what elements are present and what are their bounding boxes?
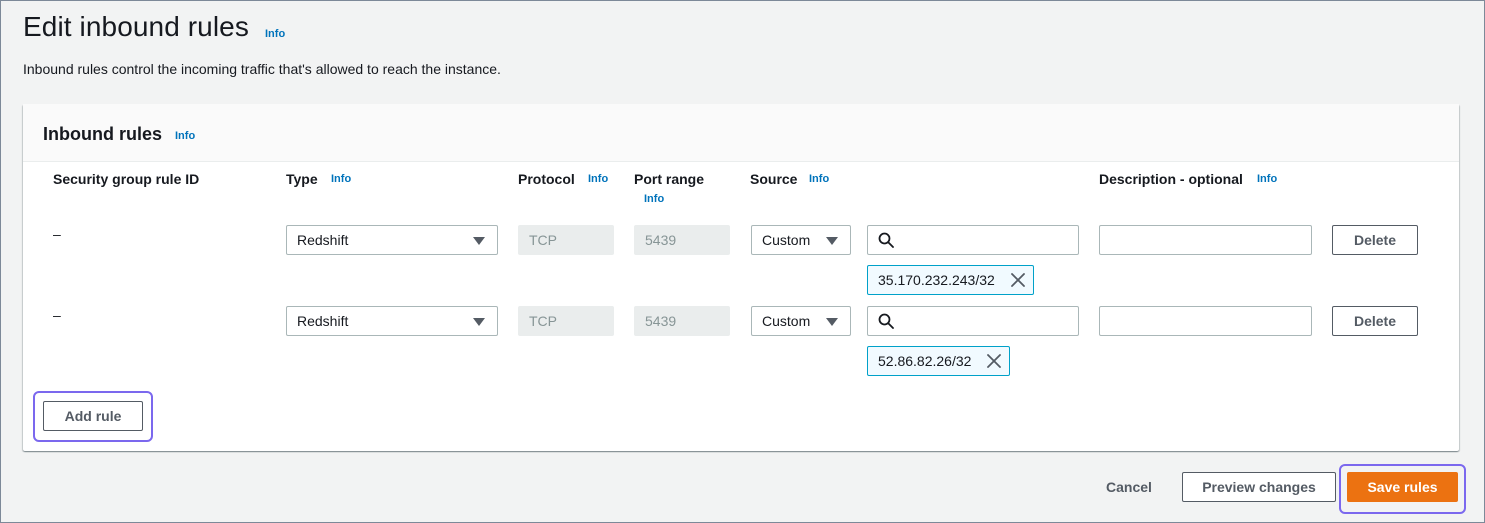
col-header-type: Type	[286, 171, 318, 187]
col-header-rule-id: Security group rule ID	[53, 171, 200, 187]
rule-2-source-value: Custom	[762, 313, 811, 329]
rule-2-port-range-value: 5439	[645, 313, 677, 329]
rule-2-cidr-token: 52.86.82.26/32	[867, 346, 1010, 376]
rule-1-port-range-value: 5439	[645, 232, 677, 248]
close-icon[interactable]	[987, 354, 1001, 368]
rule-2-source-select[interactable]: Custom	[751, 306, 851, 336]
cancel-button[interactable]: Cancel	[1106, 479, 1152, 495]
inbound-rules-panel: Inbound rules Info Security group rule I…	[23, 104, 1459, 451]
page-description: Inbound rules control the incoming traff…	[23, 61, 501, 77]
rule-1-type-select[interactable]: Redshift	[286, 225, 498, 255]
save-rules-button[interactable]: Save rules	[1347, 472, 1458, 502]
page-title: Edit inbound rules	[23, 11, 249, 42]
rule-2-port-range-field: 5439	[634, 306, 730, 336]
rule-2-type-select[interactable]: Redshift	[286, 306, 498, 336]
panel-title-info-link[interactable]: Info	[175, 130, 195, 142]
rule-2-delete-button[interactable]: Delete	[1332, 306, 1418, 336]
col-type-info-link[interactable]: Info	[331, 173, 351, 185]
caret-down-icon	[826, 318, 838, 326]
col-header-source: Source	[750, 171, 798, 187]
rule-1-protocol-value: TCP	[529, 232, 557, 248]
rule-1-delete-button[interactable]: Delete	[1332, 225, 1418, 255]
rule-2-id: –	[53, 307, 61, 323]
caret-down-icon	[826, 237, 838, 245]
rule-1-type-value: Redshift	[297, 232, 349, 248]
search-icon	[878, 232, 894, 248]
page-frame: Edit inbound rules Info Inbound rules co…	[0, 0, 1485, 523]
preview-changes-button[interactable]: Preview changes	[1182, 472, 1336, 502]
rule-1-id: –	[53, 226, 61, 242]
panel-header: Inbound rules Info	[23, 104, 1459, 162]
col-port-range-info-link[interactable]: Info	[644, 193, 664, 205]
rule-2-type-value: Redshift	[297, 313, 349, 329]
col-description-info-link[interactable]: Info	[1257, 173, 1277, 185]
caret-down-icon	[473, 318, 485, 326]
col-header-protocol: Protocol	[518, 171, 575, 187]
caret-down-icon	[473, 237, 485, 245]
col-protocol-info-link[interactable]: Info	[588, 173, 608, 185]
rule-1-source-search-input[interactable]	[867, 225, 1079, 255]
add-rule-button[interactable]: Add rule	[43, 401, 143, 431]
rule-1-description-input[interactable]	[1099, 225, 1312, 255]
rule-2-cidr-token-label: 52.86.82.26/32	[878, 353, 972, 369]
rule-1-source-value: Custom	[762, 232, 811, 248]
page-title-info-link[interactable]: Info	[265, 28, 285, 40]
rule-1-cidr-token: 35.170.232.243/32	[867, 265, 1034, 295]
panel-title: Inbound rules	[43, 124, 162, 144]
rule-2-protocol-field: TCP	[518, 306, 614, 336]
close-icon[interactable]	[1011, 273, 1025, 287]
rule-1-protocol-field: TCP	[518, 225, 614, 255]
col-header-description: Description - optional	[1099, 171, 1243, 187]
rule-1-port-range-field: 5439	[634, 225, 730, 255]
search-icon	[878, 313, 894, 329]
rule-2-protocol-value: TCP	[529, 313, 557, 329]
col-source-info-link[interactable]: Info	[809, 173, 829, 185]
rule-2-description-input[interactable]	[1099, 306, 1312, 336]
rule-2-source-search-input[interactable]	[867, 306, 1079, 336]
rule-1-cidr-token-label: 35.170.232.243/32	[878, 272, 995, 288]
rule-1-source-select[interactable]: Custom	[751, 225, 851, 255]
col-header-port-range: Port range	[634, 171, 705, 187]
